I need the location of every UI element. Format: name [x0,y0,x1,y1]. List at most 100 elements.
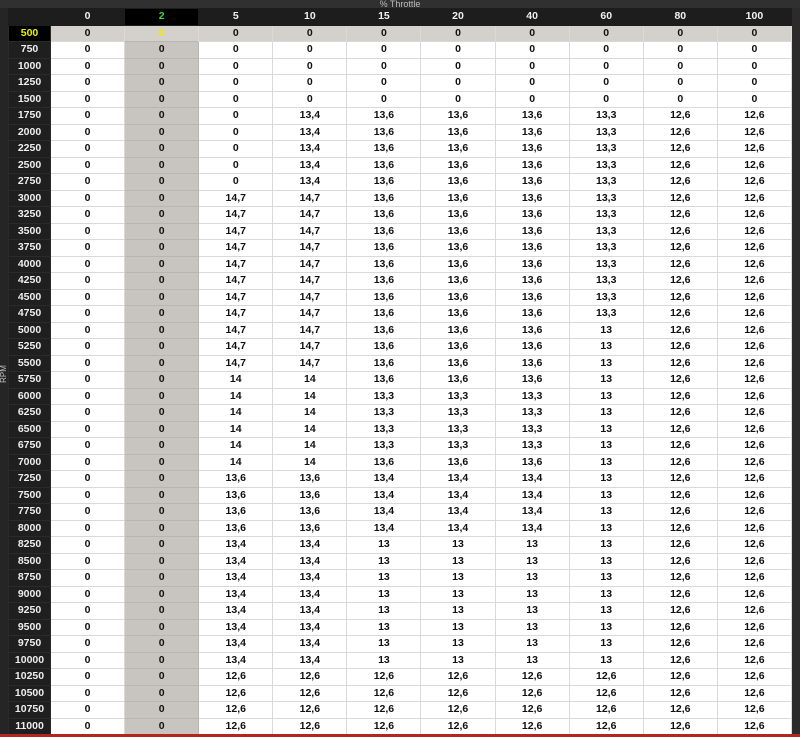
table-cell[interactable]: 13,6 [420,173,496,191]
table-cell[interactable]: 13,6 [494,272,570,290]
table-cell[interactable]: 12,6 [716,222,793,240]
table-cell[interactable]: 12,6 [642,156,718,174]
table-cell[interactable]: 0 [124,305,200,323]
table-cell[interactable]: 13 [568,486,644,504]
row-header[interactable]: 9250 [8,602,51,620]
table-cell[interactable]: 0 [568,41,644,59]
table-cell[interactable]: 12,6 [642,189,718,207]
table-cell[interactable]: 0 [124,404,200,422]
table-cell[interactable]: 14 [272,420,348,438]
table-cell[interactable]: 12,6 [642,453,718,471]
table-cell[interactable]: 0 [124,602,200,620]
table-cell[interactable]: 0 [346,74,422,92]
table-cell[interactable]: 13,4 [346,470,422,488]
table-cell[interactable]: 13,4 [272,602,348,620]
table-cell[interactable]: 0 [198,74,274,92]
table-cell[interactable]: 13,3 [568,156,644,174]
column-header[interactable]: 5 [198,8,274,26]
table-cell[interactable]: 12,6 [716,107,793,125]
table-cell[interactable]: 12,6 [716,420,793,438]
table-cell[interactable]: 14,7 [272,338,348,356]
table-cell[interactable]: 13,6 [420,189,496,207]
table-cell[interactable]: 12,6 [642,668,718,686]
table-cell[interactable]: 13 [420,585,496,603]
table-cell[interactable]: 0 [49,437,126,455]
table-cell[interactable]: 13,3 [568,189,644,207]
table-cell[interactable]: 12,6 [642,717,718,735]
table-cell[interactable]: 12,6 [642,437,718,455]
table-cell[interactable]: 0 [124,701,200,719]
table-cell[interactable]: 0 [124,717,200,735]
table-cell[interactable]: 0 [49,305,126,323]
table-cell[interactable]: 13,3 [420,387,496,405]
table-cell[interactable]: 13,6 [420,107,496,125]
table-cell[interactable]: 13,6 [420,321,496,339]
table-cell[interactable]: 13,6 [494,255,570,273]
table-cell[interactable]: 12,6 [642,470,718,488]
table-cell[interactable]: 13,4 [272,635,348,653]
table-cell[interactable]: 13 [568,569,644,587]
row-header[interactable]: 7750 [8,503,51,521]
table-cell[interactable]: 14,7 [272,354,348,372]
table-cell[interactable]: 13,3 [346,420,422,438]
table-cell[interactable]: 13,4 [272,585,348,603]
table-cell[interactable]: 12,6 [642,338,718,356]
table-cell[interactable]: 13,4 [272,552,348,570]
table-cell[interactable]: 13,3 [420,404,496,422]
table-cell[interactable]: 0 [124,371,200,389]
table-cell[interactable]: 0 [272,90,348,108]
table-cell[interactable]: 13,4 [346,486,422,504]
table-cell[interactable]: 13 [568,387,644,405]
table-cell[interactable]: 12,6 [642,288,718,306]
table-cell[interactable]: 0 [124,503,200,521]
table-cell[interactable]: 0 [49,156,126,174]
row-header[interactable]: 6250 [8,404,51,422]
table-cell[interactable]: 0 [49,470,126,488]
row-header[interactable]: 6500 [8,420,51,438]
table-cell[interactable]: 13,6 [346,371,422,389]
row-header[interactable]: 5250 [8,338,51,356]
table-cell[interactable]: 13,6 [420,453,496,471]
row-header[interactable]: 8750 [8,569,51,587]
table-cell[interactable]: 14,7 [272,305,348,323]
table-cell[interactable]: 14,7 [198,255,274,273]
row-header[interactable]: 2250 [8,140,51,158]
table-cell[interactable]: 12,6 [642,173,718,191]
table-cell[interactable]: 12,6 [642,404,718,422]
table-cell[interactable]: 12,6 [642,486,718,504]
table-cell[interactable]: 13,4 [420,519,496,537]
table-cell[interactable]: 13 [568,618,644,636]
row-header[interactable]: 3750 [8,239,51,257]
table-cell[interactable]: 13,3 [568,255,644,273]
table-cell[interactable]: 14,7 [272,189,348,207]
table-cell[interactable]: 12,6 [568,717,644,735]
table-cell[interactable]: 12,6 [494,717,570,735]
table-cell[interactable]: 13 [346,569,422,587]
table-cell[interactable]: 14,7 [198,338,274,356]
table-cell[interactable]: 0 [124,156,200,174]
table-cell[interactable]: 0 [49,272,126,290]
table-cell[interactable]: 13,6 [346,189,422,207]
table-cell[interactable]: 0 [49,338,126,356]
table-cell[interactable]: 14,7 [272,239,348,257]
table-cell[interactable]: 13,6 [494,321,570,339]
table-cell[interactable]: 14,7 [272,272,348,290]
table-cell[interactable]: 13,3 [568,222,644,240]
table-cell[interactable]: 0 [716,90,793,108]
table-cell[interactable]: 13,6 [420,206,496,224]
table-cell[interactable]: 12,6 [642,585,718,603]
table-cell[interactable]: 13 [346,536,422,554]
column-header[interactable]: 80 [642,8,718,26]
table-cell[interactable]: 0 [642,90,718,108]
table-cell[interactable]: 0 [124,536,200,554]
table-cell[interactable]: 0 [49,536,126,554]
table-cell[interactable]: 12,6 [716,156,793,174]
table-cell[interactable]: 13,6 [346,206,422,224]
table-cell[interactable]: 13 [568,536,644,554]
row-header[interactable]: 7500 [8,486,51,504]
table-cell[interactable]: 13,6 [420,239,496,257]
table-cell[interactable]: 0 [642,74,718,92]
table-cell[interactable]: 13 [494,651,570,669]
table-cell[interactable]: 13,4 [272,140,348,158]
table-cell[interactable]: 0 [124,519,200,537]
